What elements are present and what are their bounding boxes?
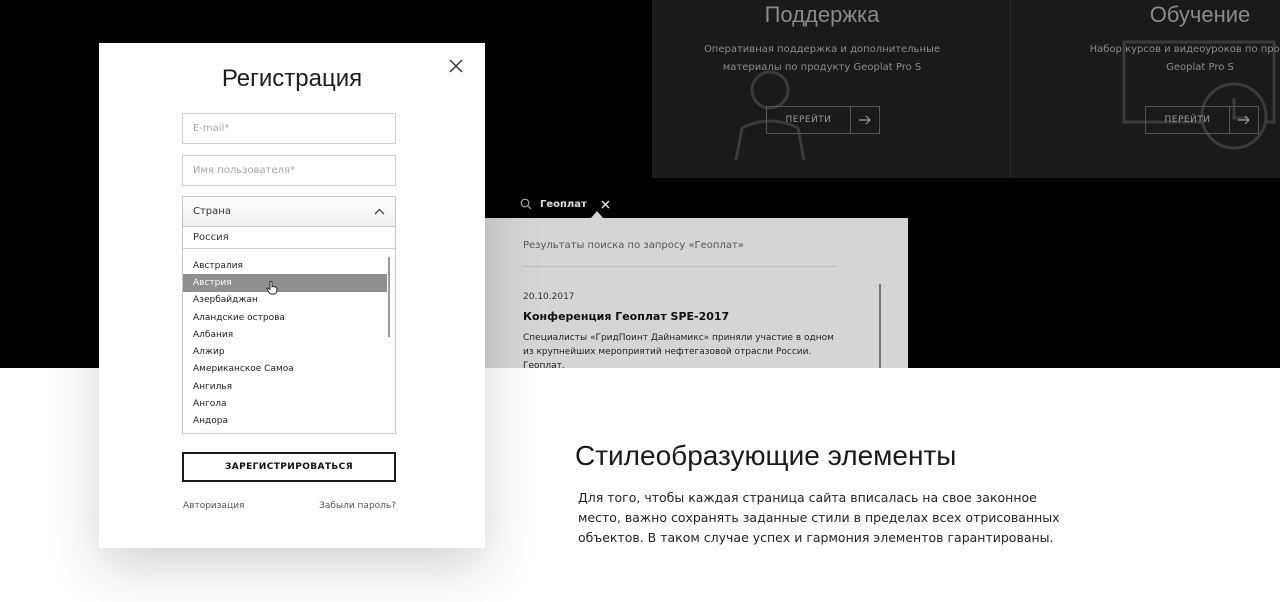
support-go-label: ПЕРЕЙТИ bbox=[767, 107, 851, 133]
support-go-button[interactable]: ПЕРЕЙТИ bbox=[766, 106, 880, 134]
results-divider bbox=[523, 266, 837, 267]
arrow-right-icon bbox=[851, 107, 879, 133]
close-icon bbox=[601, 200, 610, 208]
country-option[interactable]: Алжир bbox=[183, 343, 387, 360]
close-icon bbox=[449, 59, 463, 73]
search-query[interactable]: Геоплат bbox=[540, 199, 587, 210]
registration-modal: Регистрация Страна Россия Австралия Авст… bbox=[99, 43, 485, 548]
country-option[interactable]: Ангилья bbox=[183, 378, 387, 395]
country-option[interactable]: Андора bbox=[183, 413, 387, 430]
search-clear-button[interactable] bbox=[601, 200, 610, 209]
register-button[interactable]: ЗАРЕГИСТРИРОВАТЬСЯ bbox=[182, 452, 396, 482]
country-search-input[interactable]: Россия bbox=[183, 227, 395, 249]
country-option-selected[interactable]: Австрия bbox=[183, 274, 387, 292]
support-card: Поддержка Оперативная поддержка и дополн… bbox=[652, 0, 992, 178]
search-icon bbox=[520, 198, 532, 210]
result-title-link[interactable]: Конференция Геоплат SPE-2017 bbox=[523, 310, 729, 323]
results-heading: Результаты поиска по запросу «Геоплат» bbox=[523, 240, 744, 251]
forgot-password-link[interactable]: Забыли пароль? bbox=[319, 501, 396, 511]
dropdown-scrollbar[interactable] bbox=[388, 257, 390, 337]
chevron-up-icon bbox=[374, 208, 385, 215]
modal-close-button[interactable] bbox=[447, 57, 465, 75]
support-description: Оперативная поддержка и дополнительные м… bbox=[703, 44, 941, 73]
country-options-list: Австралия Австрия Азербайджан Аландские … bbox=[183, 257, 387, 430]
country-option[interactable]: Албания bbox=[183, 326, 387, 343]
country-option[interactable]: Американское Самоа bbox=[183, 361, 387, 378]
learning-description: Набор курсов и видеоуроков по продукту G… bbox=[1089, 44, 1280, 73]
results-scrollbar[interactable] bbox=[879, 284, 881, 368]
auth-link[interactable]: Авторизация bbox=[183, 501, 244, 511]
services-divider bbox=[1010, 0, 1011, 178]
support-title: Поддержка bbox=[764, 2, 880, 27]
country-option[interactable]: Ангола bbox=[183, 395, 387, 412]
country-option[interactable]: Аландские острова bbox=[183, 309, 387, 326]
hand-cursor-icon bbox=[266, 281, 278, 295]
learning-go-button[interactable]: ПЕРЕЙТИ bbox=[1145, 106, 1259, 134]
result-date: 20.10.2017 bbox=[523, 292, 575, 302]
country-option[interactable]: Азербайджан bbox=[183, 292, 387, 309]
country-option[interactable]: Австралия bbox=[183, 257, 387, 274]
search-results-caret bbox=[591, 211, 603, 218]
result-description: Специалисты «ГридПоинт Дайнамикс» принял… bbox=[523, 333, 834, 368]
section-title: Стилеобразующие элементы bbox=[575, 440, 957, 471]
section-body: Для того, чтобы каждая страница сайта вп… bbox=[578, 490, 1060, 545]
modal-title: Регистрация bbox=[221, 65, 363, 92]
learning-go-label: ПЕРЕЙТИ bbox=[1146, 107, 1230, 133]
learning-title: Обучение bbox=[1149, 2, 1251, 27]
learning-card: Обучение Набор курсов и видеоуроков по п… bbox=[1030, 0, 1280, 178]
email-field[interactable] bbox=[182, 113, 396, 144]
search-results-panel: Результаты поиска по запросу «Геоплат» 2… bbox=[485, 218, 908, 368]
country-dropdown: Россия Австралия Австрия Азербайджан Ала… bbox=[182, 227, 396, 434]
country-select[interactable]: Страна bbox=[182, 196, 396, 227]
arrow-right-icon bbox=[1230, 107, 1258, 133]
username-field[interactable] bbox=[182, 155, 396, 186]
country-select-label: Страна bbox=[193, 206, 231, 217]
